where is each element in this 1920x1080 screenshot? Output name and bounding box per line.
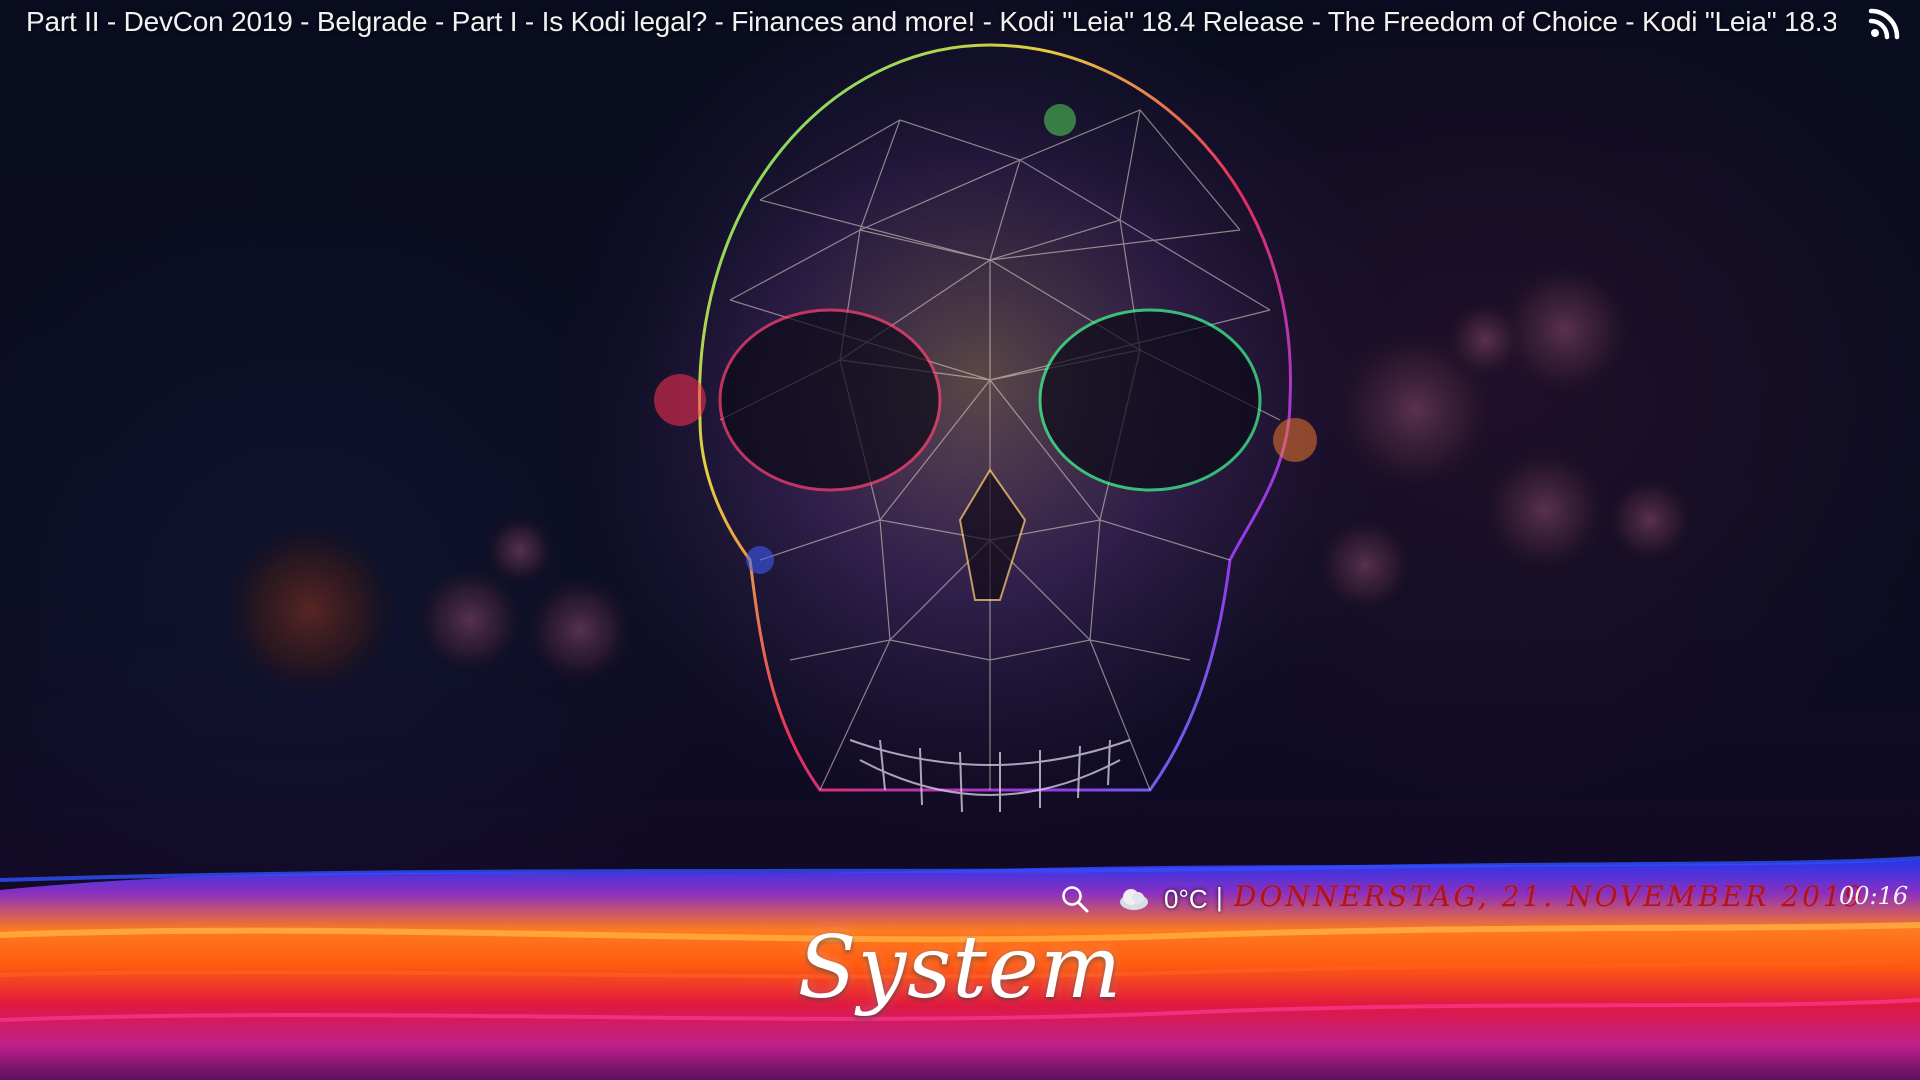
kodi-home-screen: Part II - DevCon 2019 - Belgrade - Part … (0, 0, 1920, 1080)
rss-ticker: Part II - DevCon 2019 - Belgrade - Part … (0, 0, 1920, 44)
info-divider: | (1216, 882, 1223, 912)
date-label: DONNERSTAG, 21. NOVEMBER 2019 (1234, 880, 1865, 913)
weather-cloud-icon (1120, 889, 1148, 910)
search-icon[interactable] (1060, 884, 1090, 914)
info-bar: 0°C | DONNERSTAG, 21. NOVEMBER 2019 00:1… (1050, 880, 1910, 920)
temperature-label: 0°C (1164, 884, 1208, 914)
time-label: 00:16 (1839, 882, 1909, 910)
rss-icon (1868, 8, 1900, 40)
wireframe-skull-artwork (560, 0, 1400, 850)
home-menu-item-system[interactable]: System (0, 918, 1920, 1018)
rss-ticker-text[interactable]: Part II - DevCon 2019 - Belgrade - Part … (26, 6, 1836, 38)
